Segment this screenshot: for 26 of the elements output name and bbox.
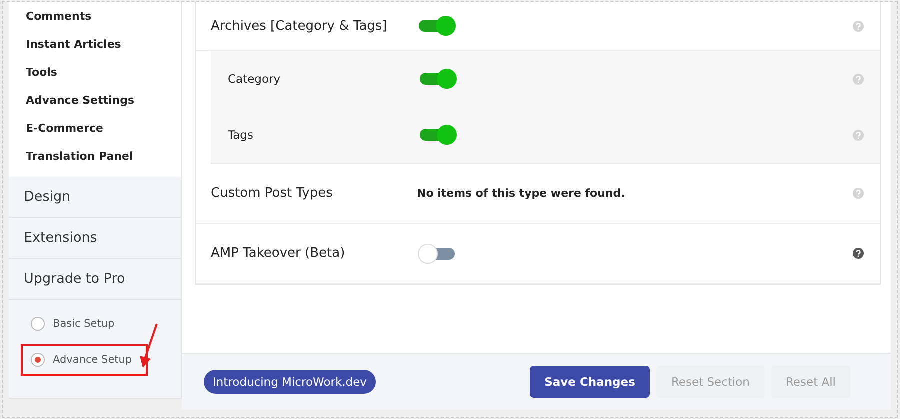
- toggle-switch[interactable]: [418, 68, 458, 90]
- radio-button[interactable]: [31, 317, 45, 331]
- toggle-switch[interactable]: [417, 242, 457, 264]
- sidebar-item[interactable]: E-Commerce: [9, 115, 181, 143]
- setting-label: Archives [Category & Tags]: [211, 18, 388, 34]
- sidebar-item[interactable]: Translation Panel: [9, 143, 181, 171]
- setting-label: Category: [228, 72, 282, 86]
- sidebar-item[interactable]: Comments: [9, 3, 181, 31]
- setting-value: No items of this type were found.: [417, 187, 626, 200]
- radio-option[interactable]: Advance Setup: [23, 353, 132, 367]
- setting-label: Tags: [228, 128, 254, 142]
- promo-badge[interactable]: Introducing MicroWork.dev: [204, 370, 376, 394]
- sidebar-item[interactable]: Instant Articles: [9, 31, 181, 59]
- setting-label: Custom Post Types: [211, 186, 334, 201]
- save-button[interactable]: Save Changes: [530, 366, 650, 398]
- setting-label: AMP Takeover (Beta): [211, 246, 346, 261]
- sidebar-section[interactable]: Extensions: [9, 218, 181, 259]
- sidebar-item[interactable]: Advance Settings: [9, 87, 181, 115]
- help-icon[interactable]: [853, 248, 864, 259]
- toggle-switch[interactable]: [417, 15, 457, 37]
- radio-option[interactable]: Basic Setup: [23, 317, 115, 331]
- sidebar-item[interactable]: Tools: [9, 59, 181, 87]
- radio-button[interactable]: [31, 353, 45, 367]
- toggle-switch[interactable]: [418, 124, 458, 146]
- sidebar-section[interactable]: Upgrade to Pro: [9, 259, 181, 300]
- sidebar-section[interactable]: Design: [9, 177, 181, 218]
